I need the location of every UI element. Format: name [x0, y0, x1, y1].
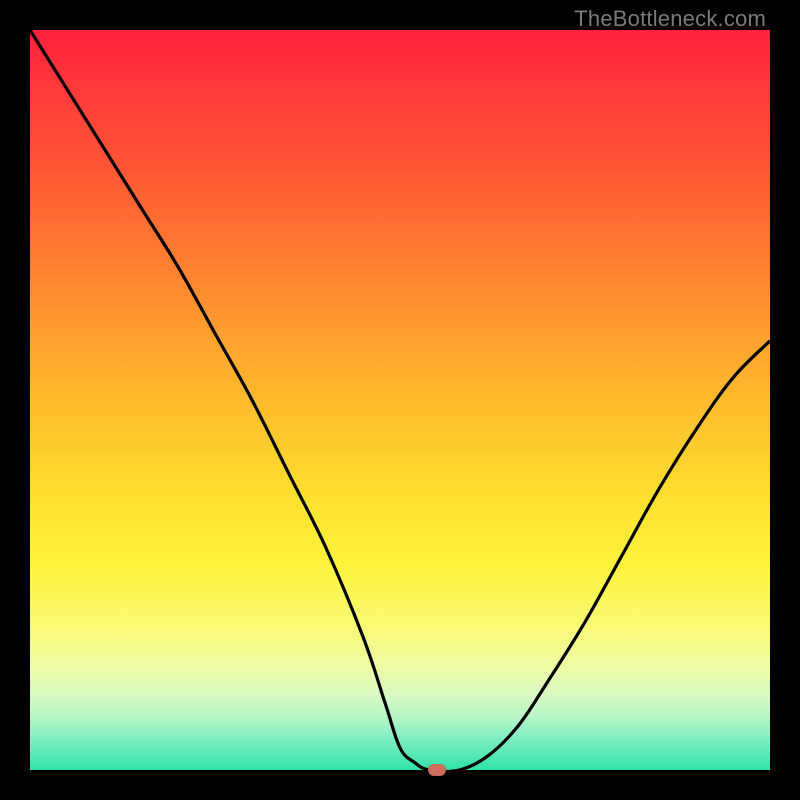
plot-area: [30, 30, 770, 770]
watermark-text: TheBottleneck.com: [574, 6, 766, 32]
chart-stage: TheBottleneck.com: [0, 0, 800, 800]
curve-path: [30, 30, 770, 770]
optimum-marker: [428, 764, 446, 776]
bottleneck-curve: [30, 30, 770, 770]
